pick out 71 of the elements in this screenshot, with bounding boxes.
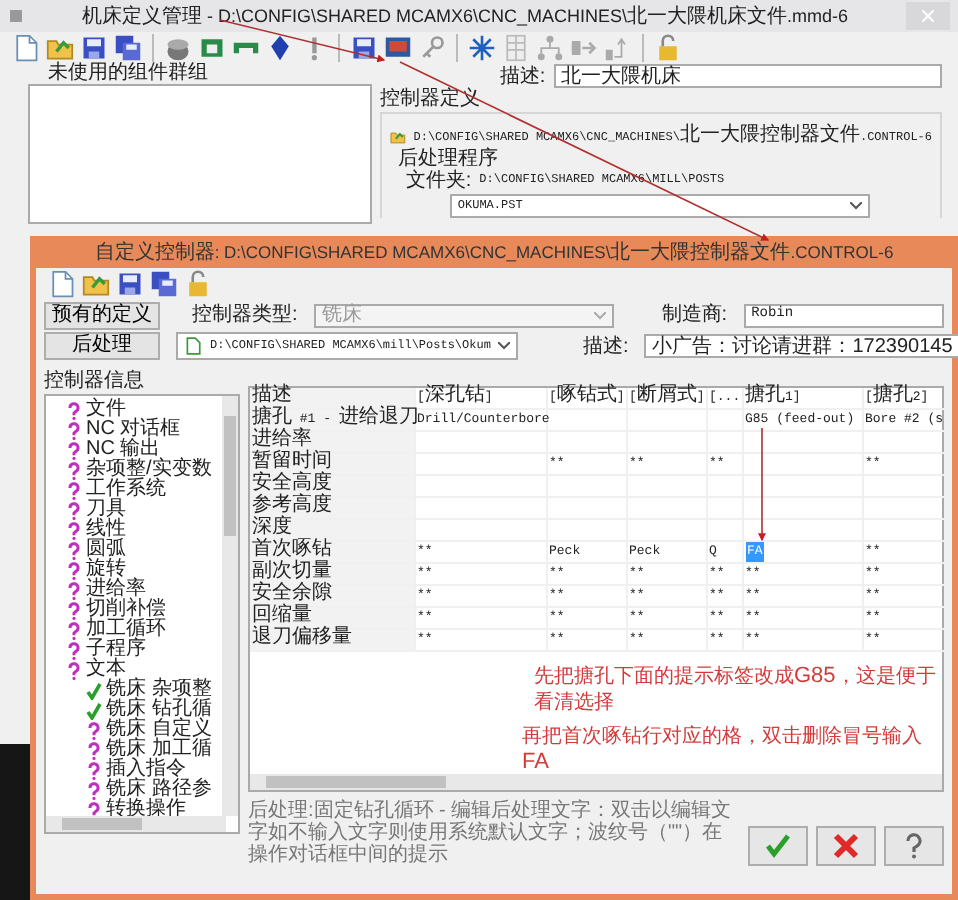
tree-item[interactable]: 插入指令 (106, 760, 186, 780)
scrollbar[interactable] (250, 774, 942, 790)
tree-item[interactable]: 文件 (86, 400, 126, 420)
panel-label: 未使用的组件群组 (48, 62, 208, 84)
cylinder-icon[interactable] (164, 34, 192, 62)
tree-item[interactable]: 铣床 钻孔循 (106, 700, 212, 720)
scrollbar[interactable] (46, 816, 226, 832)
document-icon (184, 336, 202, 356)
folder-icon[interactable] (82, 270, 110, 298)
annotation-arrow (758, 427, 766, 542)
tree-item[interactable]: 转换操作 (106, 800, 186, 820)
tree-item[interactable]: 子程序 (86, 640, 146, 660)
question-mark-icon (900, 832, 928, 860)
padlock-icon[interactable] (654, 34, 682, 62)
help-text: 后处理:固定钻孔循环 - 编辑后处理文字：双击以编辑文字如不输入文字则使用系统默认文字；波纹号（""）在操作对话框中间的提示 (248, 800, 732, 866)
machine-icon[interactable] (198, 34, 226, 62)
dialog-title: 自定义控制器: D:\CONFIG\SHARED MCAMX6\CNC_MACHINES\北一大隈控制器文件.CONTROL-6 (94, 241, 894, 263)
section-label: 后处理程序 (397, 148, 498, 170)
tree-item[interactable]: 杂项整/实变数 (86, 460, 212, 480)
cancel-button[interactable] (816, 826, 876, 866)
description-field[interactable]: 北一大隈机床 (553, 64, 942, 88)
post-button[interactable]: 后处理 (44, 332, 160, 360)
check-icon (764, 832, 792, 860)
close-icon (922, 10, 934, 22)
tree-item[interactable]: 加工循环 (86, 620, 166, 640)
help-button[interactable] (884, 826, 944, 866)
field-label: 描述: (499, 65, 546, 87)
scrollbar[interactable] (222, 396, 238, 816)
description-field[interactable]: 小广告：讨论请进群：172390145 (644, 334, 958, 358)
disks-icon[interactable] (114, 34, 142, 62)
existing-definitions-button[interactable]: 预有的定义 (44, 301, 160, 329)
panel-label: 控制器信息 (44, 370, 144, 392)
tree-item[interactable]: 旋转 (86, 560, 126, 580)
list-box[interactable] (28, 84, 372, 224)
tree-item[interactable]: NC 对话框 (86, 420, 181, 440)
field-label: 描述: (582, 335, 629, 357)
padlock-icon[interactable] (184, 270, 212, 298)
section-label: 控制器定义 (379, 88, 480, 110)
cross-icon (832, 832, 860, 860)
tree-item[interactable]: 铣床 路径参 (106, 780, 212, 800)
document-icon[interactable] (12, 34, 40, 62)
asterisk-icon[interactable] (468, 34, 496, 62)
field-label: 控制器类型: (192, 304, 298, 326)
monitor-icon[interactable] (384, 34, 412, 62)
caret-icon (849, 202, 862, 210)
tree-item[interactable]: 圆弧 (86, 540, 126, 560)
tree-item[interactable]: 切削补偿 (86, 600, 166, 620)
annotation-text: 先把搪孔下面的提示标签改成G85，这是便于看清选择 (534, 664, 938, 715)
tree-item[interactable]: 铣床 加工循 (106, 740, 212, 760)
tree-item[interactable]: 线性 (86, 520, 126, 540)
hierarchy-icon[interactable] (536, 34, 564, 62)
tree-item[interactable]: 铣床 杂项整 (106, 680, 212, 700)
document-icon[interactable] (48, 270, 76, 298)
caret-icon (593, 311, 606, 319)
tree-item[interactable]: 文本 (86, 660, 126, 680)
ok-button[interactable] (748, 826, 808, 866)
app-icon (8, 8, 24, 24)
tree-item[interactable]: 进给率 (86, 580, 146, 600)
folder-icon[interactable] (46, 34, 74, 62)
caret-icon (498, 342, 511, 350)
disks-icon[interactable] (150, 270, 178, 298)
tree-item[interactable]: 工作系统 (86, 480, 166, 500)
annotation-text: 再把首次啄钻行对应的格，双击删除冒号输入 FA (522, 724, 924, 775)
key-icon[interactable] (418, 34, 446, 62)
field-label: 制造商: (661, 304, 728, 326)
field-label: 文件夹: (405, 170, 472, 192)
folder-icon[interactable] (389, 126, 406, 148)
tree-item[interactable]: NC 输出 (86, 440, 161, 460)
window-title: 机床定义管理 - D:\CONFIG\SHARED MCAMX6\CNC_MACHINES\北一大隈机床文件.mmd-6 (81, 5, 849, 25)
tree-item[interactable]: 刀具 (86, 500, 126, 520)
tree-item[interactable]: 铣床 自定义 (106, 720, 212, 740)
